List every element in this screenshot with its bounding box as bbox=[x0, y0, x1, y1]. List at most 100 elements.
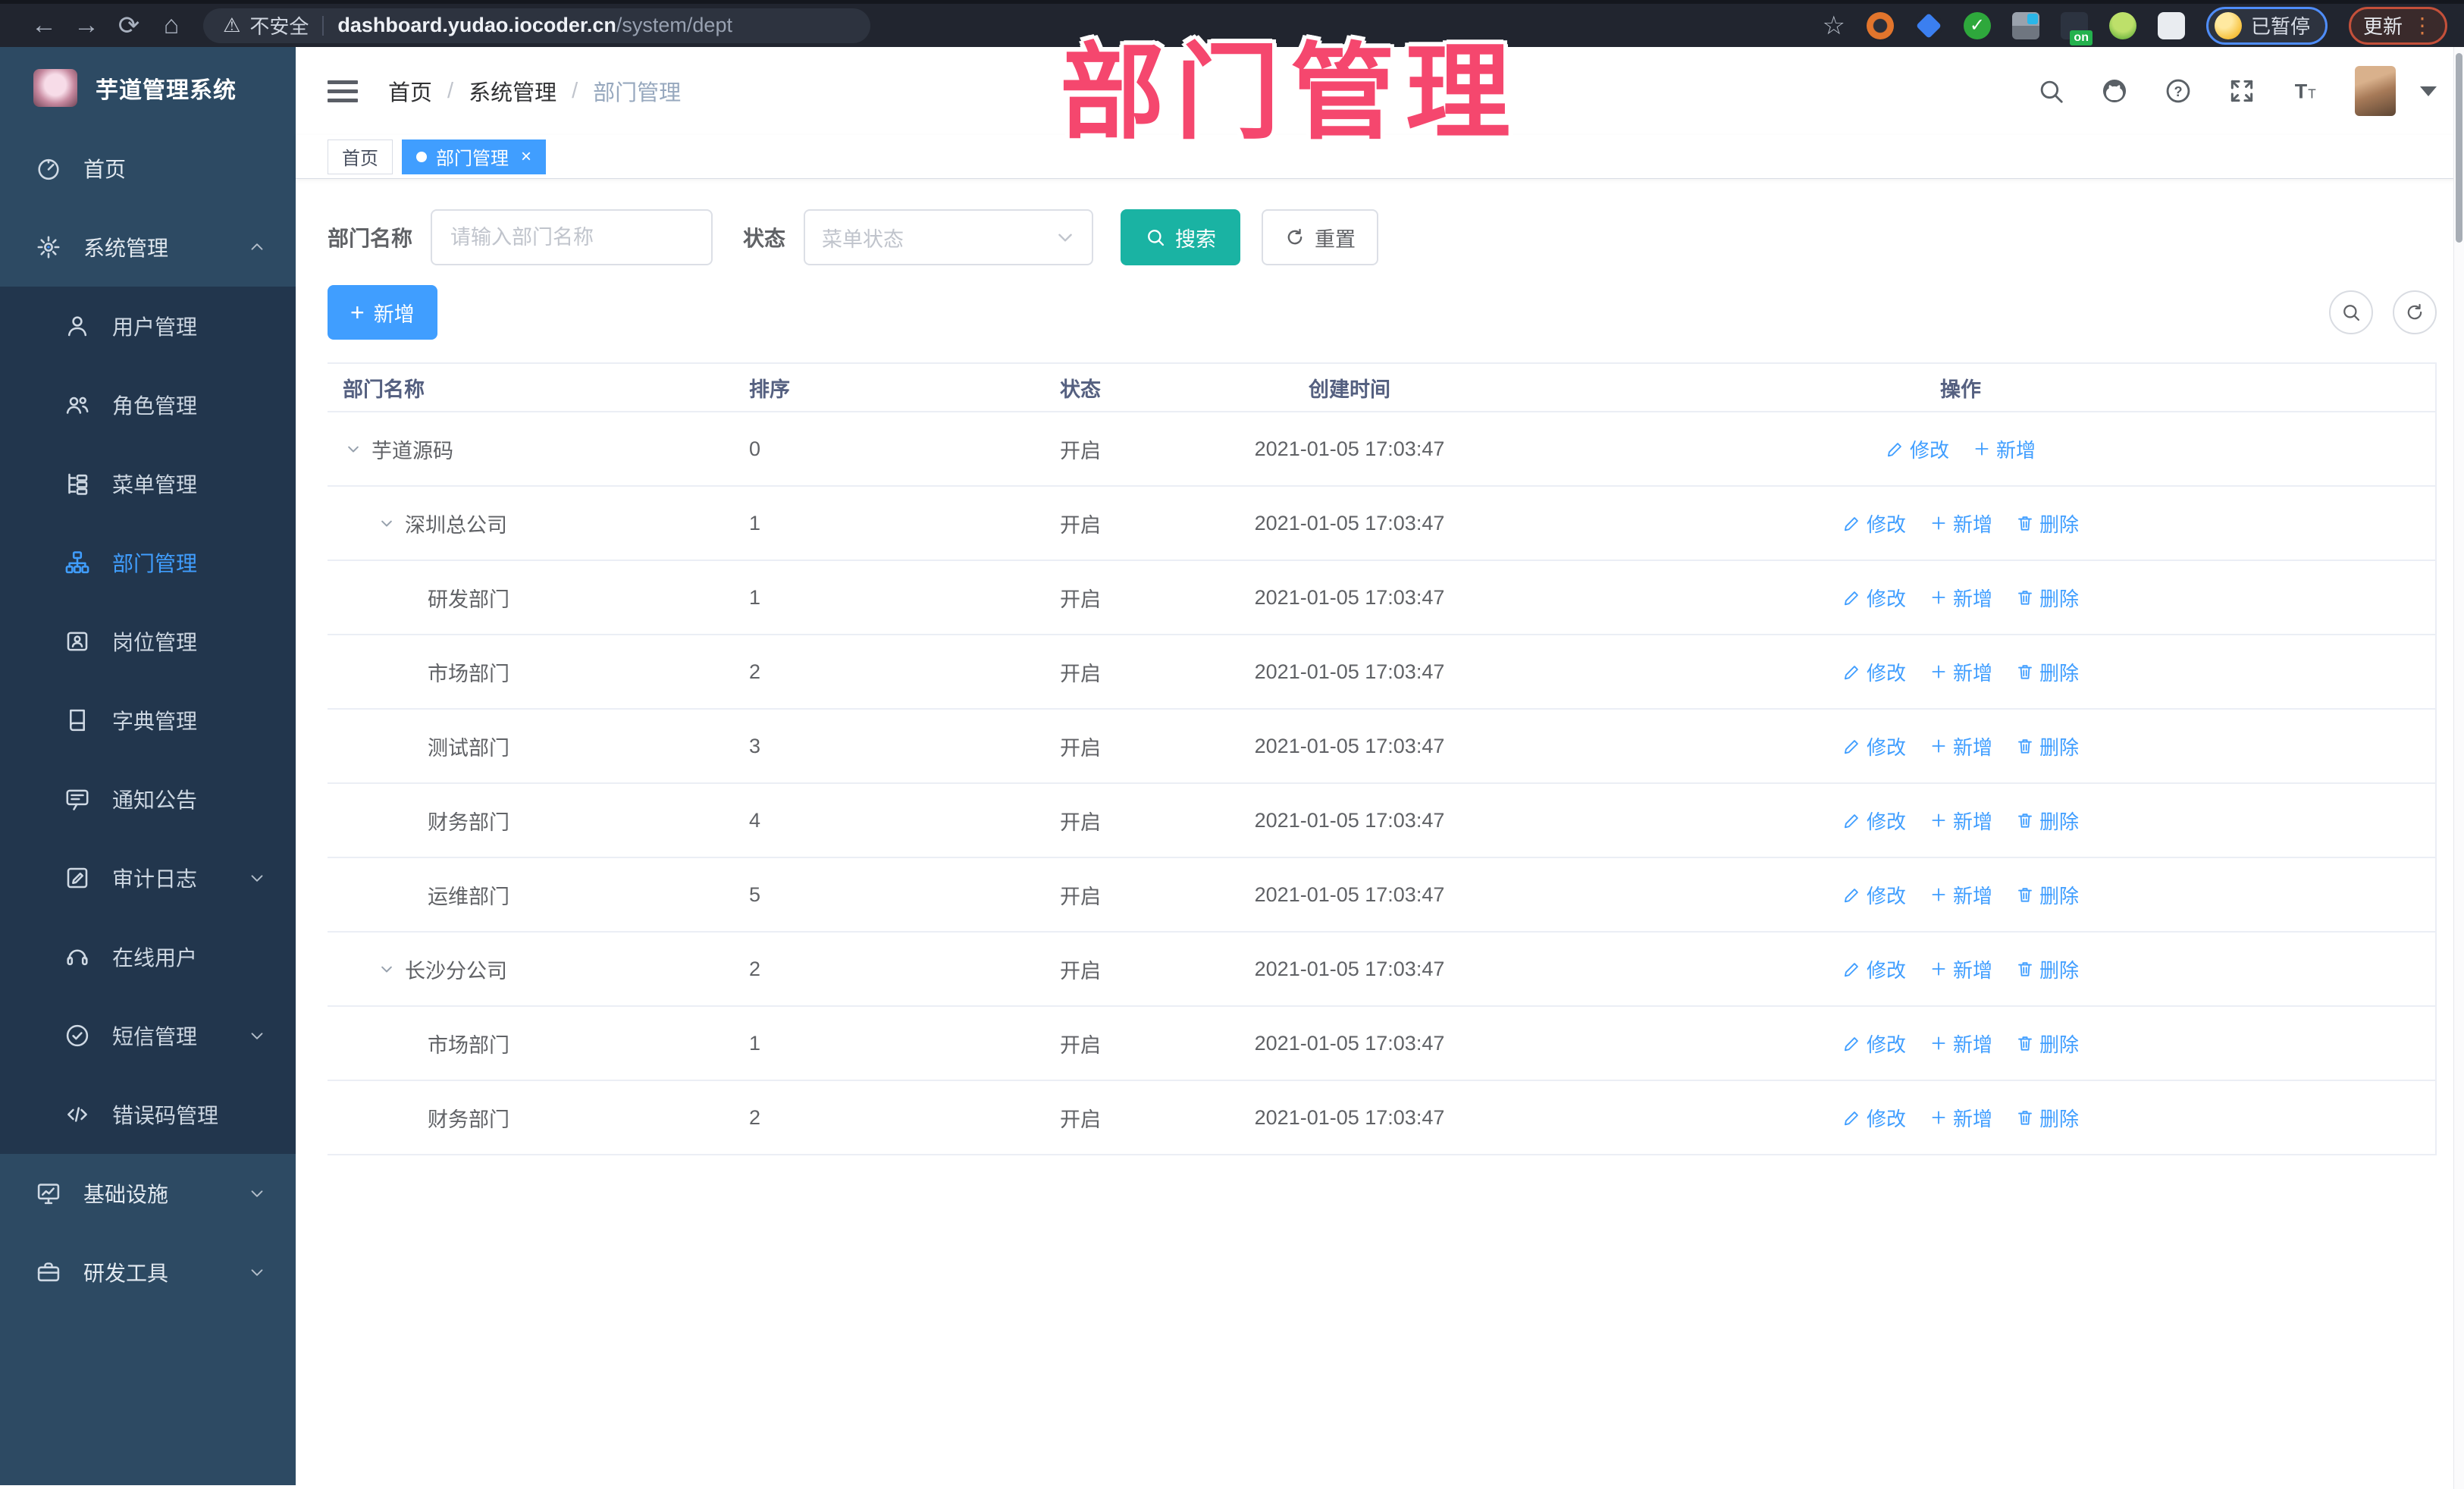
edit-action-link[interactable]: 修改 bbox=[1842, 807, 1906, 835]
table-row[interactable]: 长沙分公司 2 开启 2021-01-05 17:03:47 修改 新增 删除 bbox=[328, 933, 2435, 1007]
sidebar-item-menu[interactable]: 菜单管理 bbox=[0, 444, 296, 523]
add-button[interactable]: + 新增 bbox=[328, 285, 437, 340]
extensions-puzzle-icon[interactable] bbox=[2157, 11, 2185, 39]
scrollbar-thumb[interactable] bbox=[2456, 53, 2462, 243]
delete-action-link[interactable]: 删除 bbox=[2015, 584, 2079, 612]
breadcrumb-home[interactable]: 首页 bbox=[388, 75, 432, 107]
sidebar-item-home[interactable]: 首页 bbox=[0, 129, 296, 208]
hamburger-icon[interactable] bbox=[328, 80, 358, 102]
table-row[interactable]: 芋道源码 0 开启 2021-01-05 17:03:47 修改 新增 bbox=[328, 412, 2435, 487]
table-row[interactable]: 深圳总公司 1 开启 2021-01-05 17:03:47 修改 新增 删除 bbox=[328, 487, 2435, 561]
search-icon[interactable] bbox=[2036, 77, 2065, 105]
search-icon bbox=[1145, 227, 1166, 248]
sidebar-logo-row[interactable]: 芋道管理系统 bbox=[0, 47, 296, 129]
expand-caret-icon[interactable] bbox=[376, 958, 397, 980]
search-button[interactable]: 搜索 bbox=[1121, 209, 1241, 265]
address-bar[interactable]: ⚠ 不安全 dashboard.yudao.iocoder.cn /system… bbox=[203, 8, 870, 43]
table-row[interactable]: 市场部门 2 开启 2021-01-05 17:03:47 修改 新增 删除 bbox=[328, 635, 2435, 710]
refresh-table-button[interactable] bbox=[2393, 290, 2437, 334]
sidebar-item-system[interactable]: 系统管理 bbox=[0, 208, 296, 287]
add-action-link[interactable]: 新增 bbox=[1929, 584, 1992, 612]
home-icon[interactable]: ⌂ bbox=[150, 11, 193, 40]
sidebar-item-dept[interactable]: 部门管理 bbox=[0, 523, 296, 602]
expand-caret-icon[interactable] bbox=[343, 438, 364, 459]
sidebar-item-online[interactable]: 在线用户 bbox=[0, 917, 296, 996]
delete-action-link[interactable]: 删除 bbox=[2015, 509, 2079, 538]
github-icon[interactable] bbox=[2100, 77, 2129, 105]
page-scrollbar[interactable] bbox=[2453, 47, 2464, 1489]
table-row[interactable]: 市场部门 1 开启 2021-01-05 17:03:47 修改 新增 删除 bbox=[328, 1007, 2435, 1081]
add-action-link[interactable]: 新增 bbox=[1929, 732, 1992, 760]
tag-home[interactable]: 首页 bbox=[328, 139, 393, 174]
table-row[interactable]: 财务部门 2 开启 2021-01-05 17:03:47 修改 新增 删除 bbox=[328, 1081, 2435, 1155]
sidebar-item-role[interactable]: 角色管理 bbox=[0, 365, 296, 444]
add-action-link[interactable]: 新增 bbox=[1929, 1030, 1992, 1058]
table-row[interactable]: 运维部门 5 开启 2021-01-05 17:03:47 修改 新增 删除 bbox=[328, 858, 2435, 933]
add-action-link[interactable]: 新增 bbox=[1972, 435, 2036, 463]
table-row[interactable]: 测试部门 3 开启 2021-01-05 17:03:47 修改 新增 删除 bbox=[328, 710, 2435, 784]
edit-action-link[interactable]: 修改 bbox=[1842, 509, 1906, 538]
sidebar-item-errorcode[interactable]: 错误码管理 bbox=[0, 1075, 296, 1154]
delete-action-link[interactable]: 删除 bbox=[2015, 1030, 2079, 1058]
add-action-link[interactable]: 新增 bbox=[1929, 955, 1992, 983]
browser-profile-button[interactable]: 已暂停 bbox=[2205, 6, 2328, 45]
delete-action-link[interactable]: 删除 bbox=[2015, 807, 2079, 835]
user-menu-caret-icon[interactable] bbox=[2420, 86, 2437, 96]
sidebar-item-infra[interactable]: 基础设施 bbox=[0, 1154, 296, 1233]
font-size-icon[interactable]: TT bbox=[2291, 77, 2320, 105]
blue-gem-extension-icon[interactable] bbox=[1914, 11, 1942, 39]
breadcrumb-system[interactable]: 系统管理 bbox=[469, 75, 556, 107]
orange-ring-extension-icon[interactable] bbox=[1866, 11, 1894, 39]
browser-update-button[interactable]: 更新 ⋮ bbox=[2348, 6, 2447, 45]
add-action-link[interactable]: 新增 bbox=[1929, 1104, 1992, 1132]
add-action-link[interactable]: 新增 bbox=[1929, 881, 1992, 909]
help-icon[interactable]: ? bbox=[2164, 77, 2193, 105]
delete-action-link[interactable]: 删除 bbox=[2015, 658, 2079, 686]
edit-action-link[interactable]: 修改 bbox=[1842, 1030, 1906, 1058]
edit-action-link[interactable]: 修改 bbox=[1842, 584, 1906, 612]
expand-caret-icon[interactable] bbox=[376, 513, 397, 534]
trash-icon bbox=[2015, 588, 2035, 607]
delete-action-link[interactable]: 删除 bbox=[2015, 1104, 2079, 1132]
sidebar-item-notice[interactable]: 通知公告 bbox=[0, 760, 296, 839]
edit-action-link[interactable]: 修改 bbox=[1842, 881, 1906, 909]
proxy-extension-icon[interactable]: on bbox=[2060, 11, 2093, 45]
tag-close-icon[interactable]: × bbox=[521, 146, 531, 168]
table-row[interactable]: 研发部门 1 开启 2021-01-05 17:03:47 修改 新增 删除 bbox=[328, 561, 2435, 635]
reset-button[interactable]: 重置 bbox=[1262, 209, 1379, 265]
delete-action-link[interactable]: 删除 bbox=[2015, 881, 2079, 909]
tag-dept[interactable]: 部门管理 × bbox=[402, 139, 547, 174]
edit-action-link[interactable]: 修改 bbox=[1842, 955, 1906, 983]
sidebar-item-dict[interactable]: 字典管理 bbox=[0, 681, 296, 760]
sidebar-item-post[interactable]: 岗位管理 bbox=[0, 602, 296, 681]
add-action-link[interactable]: 新增 bbox=[1929, 807, 1992, 835]
sidebar-item-audit[interactable]: 审计日志 bbox=[0, 839, 296, 917]
edit-action-link[interactable]: 修改 bbox=[1842, 732, 1906, 760]
status-select[interactable]: 菜单状态 bbox=[804, 209, 1094, 265]
breadcrumb-separator: / bbox=[447, 78, 454, 103]
sidebar-item-user[interactable]: 用户管理 bbox=[0, 287, 296, 365]
sidebar-item-devtools[interactable]: 研发工具 bbox=[0, 1233, 296, 1312]
delete-action-link[interactable]: 删除 bbox=[2015, 732, 2079, 760]
forward-icon[interactable]: → bbox=[65, 11, 108, 40]
delete-action-link[interactable]: 删除 bbox=[2015, 955, 2079, 983]
add-action-link[interactable]: 新增 bbox=[1929, 658, 1992, 686]
green-check-extension-icon[interactable] bbox=[1963, 11, 1991, 39]
fullscreen-icon[interactable] bbox=[2227, 77, 2256, 105]
edit-action-link[interactable]: 修改 bbox=[1842, 658, 1906, 686]
dept-name-cell: 测试部门 bbox=[428, 736, 509, 760]
green-avatar-extension-icon[interactable] bbox=[2108, 11, 2136, 39]
back-icon[interactable]: ← bbox=[23, 11, 65, 40]
bookmark-star-icon[interactable]: ☆ bbox=[1822, 11, 1845, 41]
dept-name-input[interactable] bbox=[431, 209, 713, 265]
table-row[interactable]: 财务部门 4 开启 2021-01-05 17:03:47 修改 新增 删除 bbox=[328, 784, 2435, 858]
edit-action-link[interactable]: 修改 bbox=[1842, 1104, 1906, 1132]
add-action-link[interactable]: 新增 bbox=[1929, 509, 1992, 538]
browser-menu-dots-icon[interactable]: ⋮ bbox=[2412, 13, 2433, 38]
edit-action-link[interactable]: 修改 bbox=[1886, 435, 1949, 463]
sidebar-item-sms[interactable]: 短信管理 bbox=[0, 996, 296, 1075]
toggle-search-button[interactable] bbox=[2329, 290, 2373, 334]
reload-icon[interactable]: ⟳ bbox=[108, 11, 150, 41]
user-avatar[interactable] bbox=[2355, 66, 2396, 116]
grid-extension-icon[interactable] bbox=[2011, 11, 2039, 39]
